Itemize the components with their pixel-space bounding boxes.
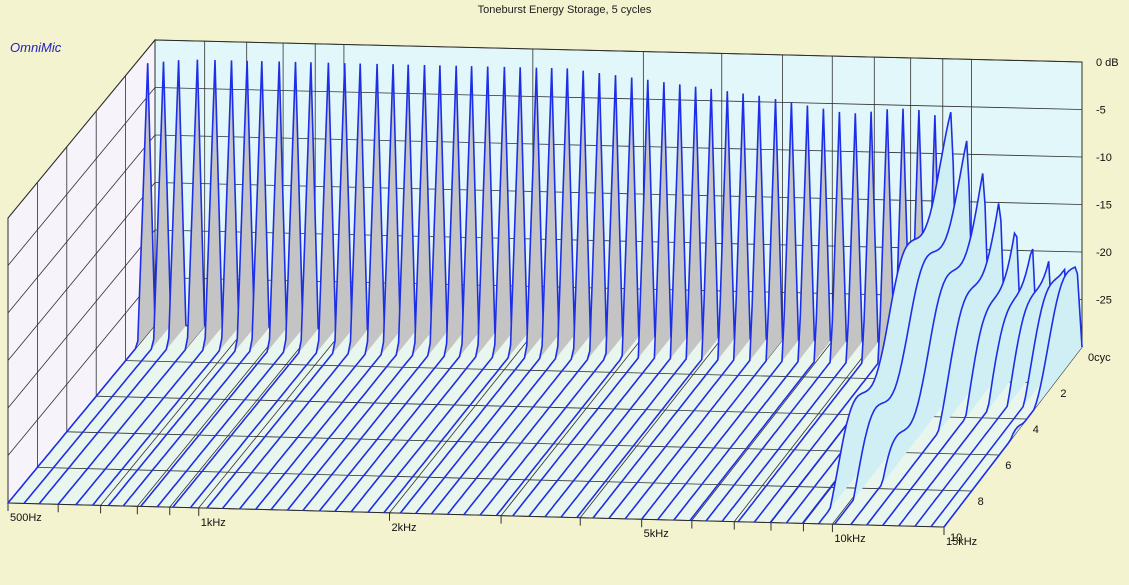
freq-tick-label: 2kHz [392, 522, 417, 534]
db-tick-label: -20 [1096, 247, 1112, 259]
db-tick-label: 0 dB [1096, 57, 1119, 69]
freq-tick-label: 5kHz [644, 528, 669, 540]
cycle-tick-label: 10 [950, 532, 962, 544]
freq-tick-label: 10kHz [834, 533, 865, 545]
db-tick-label: -25 [1096, 295, 1112, 307]
db-tick-label: -10 [1096, 152, 1112, 164]
db-tick-label: -15 [1096, 200, 1112, 212]
freq-tick-label: 1kHz [201, 517, 226, 529]
cycle-tick-label: 8 [978, 496, 984, 508]
waterfall-plot: 500Hz 1kHz 2kHz5kHz 10kHz 15kHz0 dB-5-10-15-… [6, 38, 1119, 548]
cycle-tick-label: 6 [1005, 460, 1011, 472]
cycle-tick-label: 0cyc [1088, 352, 1111, 364]
db-tick-label: -5 [1096, 105, 1106, 117]
cycle-tick-label: 4 [1033, 424, 1039, 436]
freq-tick-label: 500Hz [10, 512, 42, 524]
cycle-tick-label: 2 [1060, 388, 1066, 400]
